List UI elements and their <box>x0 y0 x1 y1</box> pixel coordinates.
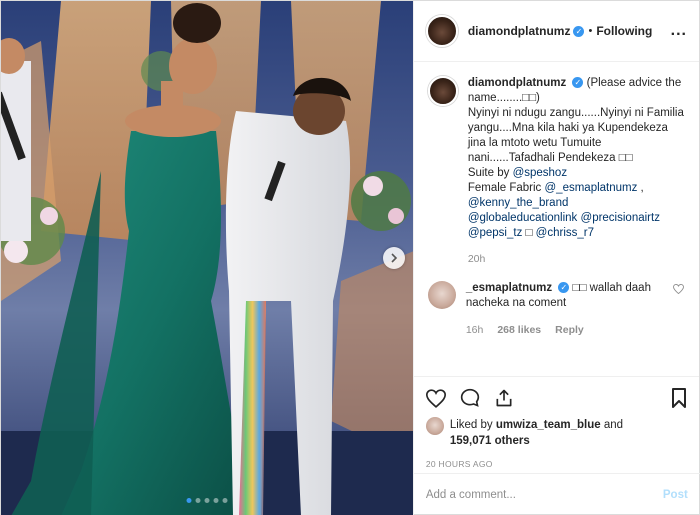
reply-time[interactable]: 16h <box>466 323 484 338</box>
like-heart-icon[interactable] <box>425 388 446 408</box>
action-bar <box>425 383 687 413</box>
header-username[interactable]: diamondplatnumz <box>468 24 571 38</box>
caption-mentions-line: @globaleducationlink @precisionairtz <box>468 211 685 226</box>
mention-link[interactable]: @speshoz <box>513 167 568 179</box>
reply-username[interactable]: _esmaplatnumz <box>466 282 552 294</box>
reply-button[interactable]: Reply <box>555 323 584 338</box>
like-comment-heart-icon[interactable] <box>673 283 685 338</box>
reply-comment: _esmaplatnumz ✓ □□ wallah daah nacheka n… <box>427 281 685 338</box>
verified-badge-icon: ✓ <box>573 25 585 37</box>
header-user-info: diamondplatnumz ✓ • Following <box>468 24 653 38</box>
post-photo[interactable] <box>1 1 413 515</box>
bookmark-icon[interactable] <box>671 388 687 408</box>
likes-and: and <box>600 419 624 431</box>
mention-link[interactable]: @pepsi_tz <box>468 227 523 239</box>
fabric-comma: , <box>637 182 644 194</box>
following-button[interactable]: Following <box>596 24 652 38</box>
verified-badge-icon: ✓ <box>572 77 584 89</box>
carousel-indicator <box>186 498 228 503</box>
post-header: diamondplatnumz ✓ • Following ... <box>413 1 699 62</box>
likes-count[interactable]: 159,071 others <box>450 435 530 447</box>
avatar[interactable] <box>427 76 458 106</box>
carousel-dot <box>186 498 192 503</box>
mention-link[interactable]: @chriss_r7 <box>536 227 594 239</box>
post-timestamp[interactable]: 20 HOURS AGO <box>426 459 687 469</box>
caption-mentions-line: @pepsi_tz □ @chriss_r7 <box>468 226 685 241</box>
mention-link[interactable]: @precisionairtz <box>581 212 660 224</box>
comment-bubble-icon[interactable] <box>460 388 480 408</box>
carousel-dot <box>213 498 219 503</box>
chevron-right-icon <box>391 253 398 263</box>
suite-prefix: Suite by <box>467 167 513 179</box>
carousel-dot <box>204 498 210 503</box>
instagram-post: diamondplatnumz ✓ • Following ... diamon… <box>0 0 700 515</box>
emoji-glyph: □ <box>522 227 536 239</box>
post-side-panel: diamondplatnumz ✓ • Following ... diamon… <box>412 1 700 515</box>
photo-scene <box>1 1 413 515</box>
verified-badge-icon: ✓ <box>558 282 570 294</box>
add-comment-input[interactable] <box>425 489 663 501</box>
likes-text: Liked by umwiza_team_blue and 159,071 ot… <box>450 417 623 449</box>
comments-section: diamondplatnumz ✓ (Please advice the nam… <box>414 62 699 376</box>
caption-fabric-line: Female Fabric @_esmaplatnumz , <box>468 181 685 196</box>
reply-body: _esmaplatnumz ✓ □□ wallah daah nacheka n… <box>466 281 657 338</box>
caption-mentions-line: @kenny_the_brand <box>468 196 685 211</box>
post-comment-button[interactable]: Post <box>663 489 688 501</box>
caption-body: diamondplatnumz ✓ (Please advice the nam… <box>468 76 685 267</box>
caption-line-2: Nyinyi ni ndugu zangu......Nyinyi ni Fam… <box>467 107 684 164</box>
header-separator: • <box>588 25 593 37</box>
reply-meta-row: 16h 268 likes Reply <box>466 323 657 338</box>
share-icon[interactable] <box>494 388 514 408</box>
avatar[interactable] <box>425 417 444 435</box>
caption-suite-line: Suite by @speshoz <box>468 166 685 181</box>
carousel-dot <box>195 498 201 503</box>
mention-link[interactable]: @kenny_the_brand <box>468 197 569 209</box>
add-comment-bar: Post <box>413 473 700 515</box>
fabric-prefix: Female Fabric <box>467 182 545 194</box>
caption-time[interactable]: 20h <box>468 252 685 267</box>
likes-summary: Liked by umwiza_team_blue and 159,071 ot… <box>425 417 687 449</box>
carousel-dot <box>222 498 228 503</box>
likes-prefix: Liked by <box>449 419 496 431</box>
caption-comment: diamondplatnumz ✓ (Please advice the nam… <box>427 76 685 267</box>
avatar[interactable] <box>425 15 458 47</box>
liker-username[interactable]: umwiza_team_blue <box>496 419 601 431</box>
mention-link[interactable]: @globaleducationlink <box>468 212 578 224</box>
avatar[interactable] <box>427 281 456 309</box>
heart-outline-icon <box>673 283 684 295</box>
mention-link[interactable]: @_esmaplatnumz <box>545 182 638 194</box>
caption-username[interactable]: diamondplatnumz <box>468 77 566 89</box>
reply-likes[interactable]: 268 likes <box>497 323 541 338</box>
more-options-icon[interactable]: ... <box>671 23 687 39</box>
carousel-next-button[interactable] <box>383 247 405 269</box>
